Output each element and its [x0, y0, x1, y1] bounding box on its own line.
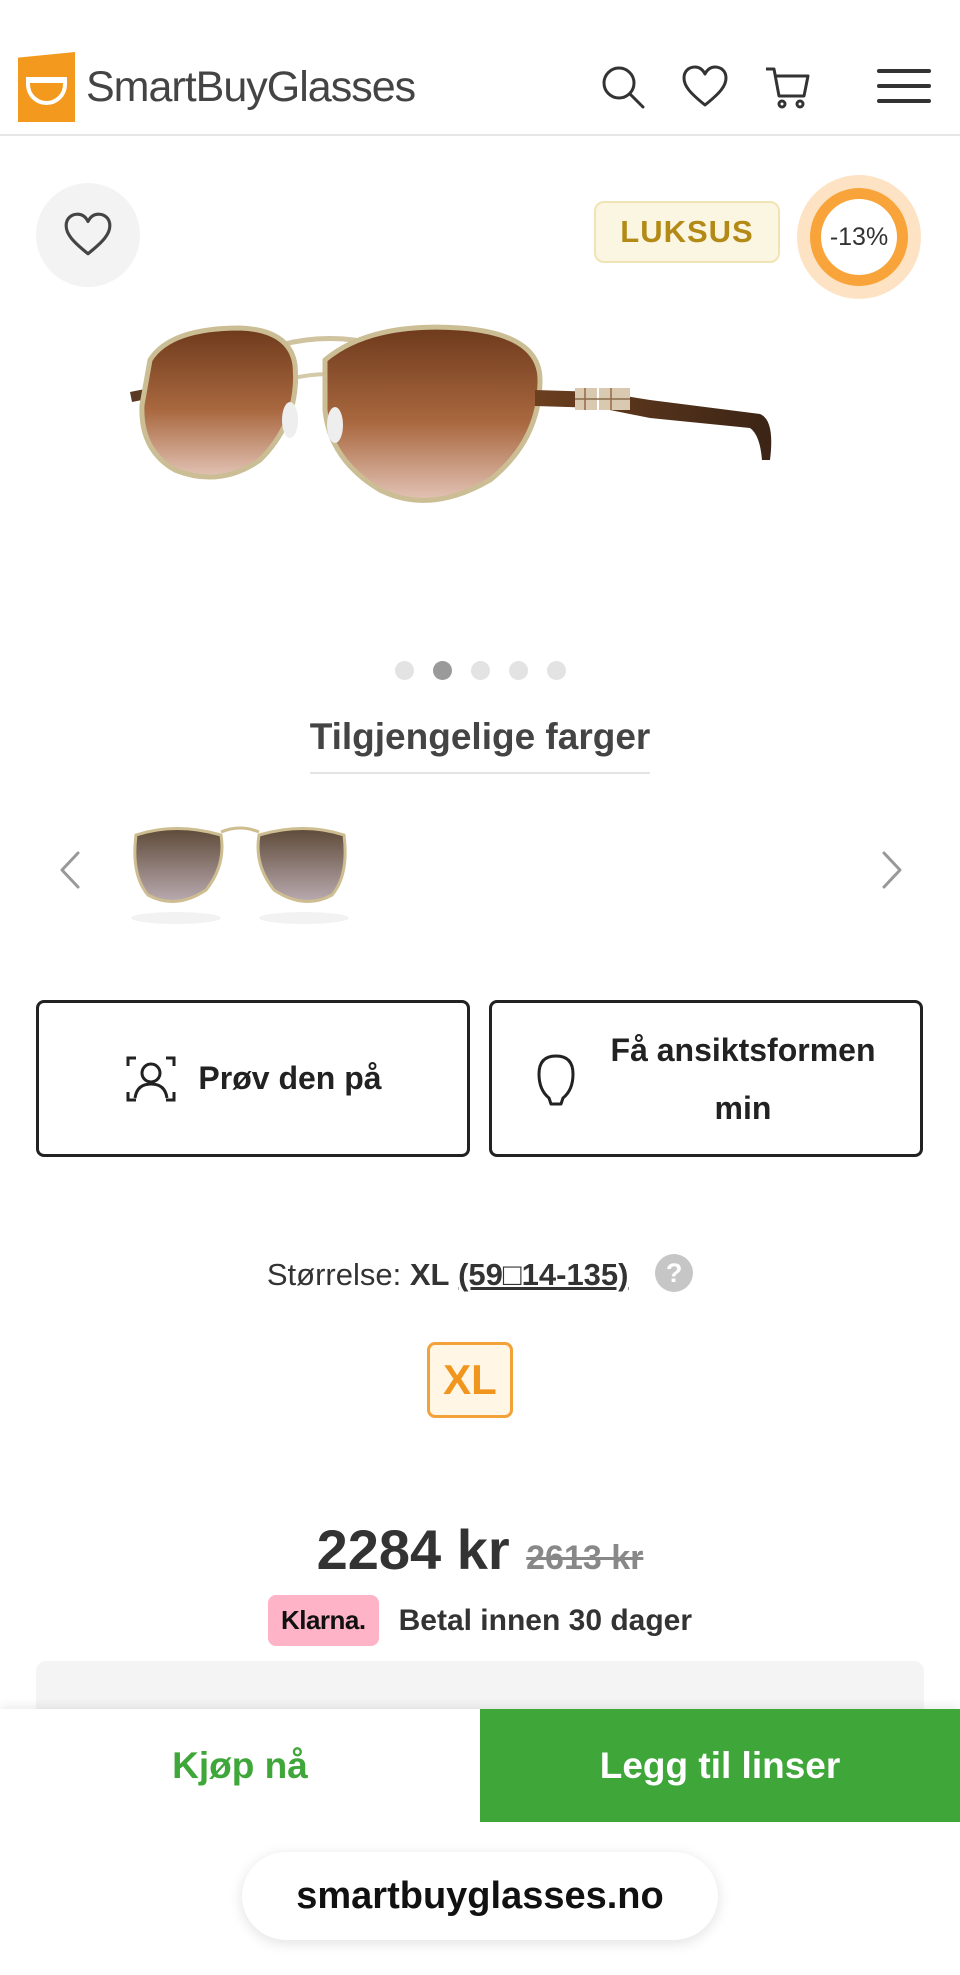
size-option-xl[interactable]: XL: [427, 1342, 513, 1418]
logo-glasses-icon: [18, 52, 75, 122]
head-outline-icon: [537, 1054, 575, 1105]
brand-name: SmartBuyGlasses: [86, 62, 416, 111]
wishlist-heart-icon[interactable]: [680, 62, 730, 112]
klarna-payment-info: Klarna. Betal innen 30 dager: [0, 1595, 960, 1646]
try-on-label: Prøv den på: [198, 1060, 382, 1096]
help-icon[interactable]: ?: [655, 1253, 694, 1292]
address-bar[interactable]: smartbuyglasses.no: [242, 1852, 718, 1940]
add-to-wishlist-button[interactable]: [36, 183, 140, 287]
size-info: Størrelse: XL (59□14-135) ?: [0, 1253, 960, 1293]
available-colors-heading: Tilgjengelige farger: [0, 716, 960, 774]
gallery-dot[interactable]: [394, 661, 414, 680]
discount-badge: -13%: [797, 175, 921, 299]
face-scan-icon: [126, 1056, 176, 1101]
site-header: SmartBuyGlasses: [0, 0, 960, 136]
search-icon[interactable]: [598, 62, 648, 112]
gallery-pagination: [0, 661, 960, 680]
klarna-text: Betal innen 30 dager: [398, 1603, 693, 1637]
luxury-badge: LUKSUS: [594, 201, 780, 263]
size-value: XL: [409, 1257, 450, 1292]
gallery-dot-active[interactable]: [432, 661, 452, 680]
try-on-button[interactable]: Prøv den på: [36, 1000, 470, 1157]
gallery-dot[interactable]: [508, 661, 528, 680]
buy-now-button[interactable]: Kjøp nå: [0, 1709, 480, 1822]
current-price: 2284 kr: [316, 1518, 510, 1581]
gallery-dot[interactable]: [470, 661, 490, 680]
size-label: Størrelse:: [266, 1257, 402, 1292]
discount-value: -13%: [821, 199, 897, 275]
product-image[interactable]: [130, 310, 830, 570]
heart-icon: [64, 212, 112, 256]
face-shape-label: Få ansiktsformen min: [610, 1031, 876, 1126]
purchase-bar: Kjøp nå Legg til linser: [0, 1709, 960, 1822]
cart-icon[interactable]: [763, 62, 813, 112]
price: 2284 kr 2613 kr: [0, 1517, 960, 1582]
brand-logo[interactable]: SmartBuyGlasses: [18, 52, 416, 122]
browser-bottom-bar: smartbuyglasses.no: [0, 1822, 960, 1975]
gallery-dot[interactable]: [546, 661, 566, 680]
face-shape-button[interactable]: Få ansiktsformen min: [489, 1000, 923, 1157]
klarna-logo: Klarna.: [267, 1595, 379, 1646]
color-variant-thumbnail[interactable]: [126, 810, 354, 925]
size-dimensions-link[interactable]: (59□14-135): [458, 1257, 628, 1292]
add-lenses-button[interactable]: Legg til linser: [480, 1709, 960, 1822]
original-price: 2613 kr: [526, 1539, 644, 1577]
chevron-left-icon[interactable]: [50, 845, 90, 895]
chevron-right-icon[interactable]: [872, 845, 912, 895]
menu-icon[interactable]: [876, 62, 932, 112]
